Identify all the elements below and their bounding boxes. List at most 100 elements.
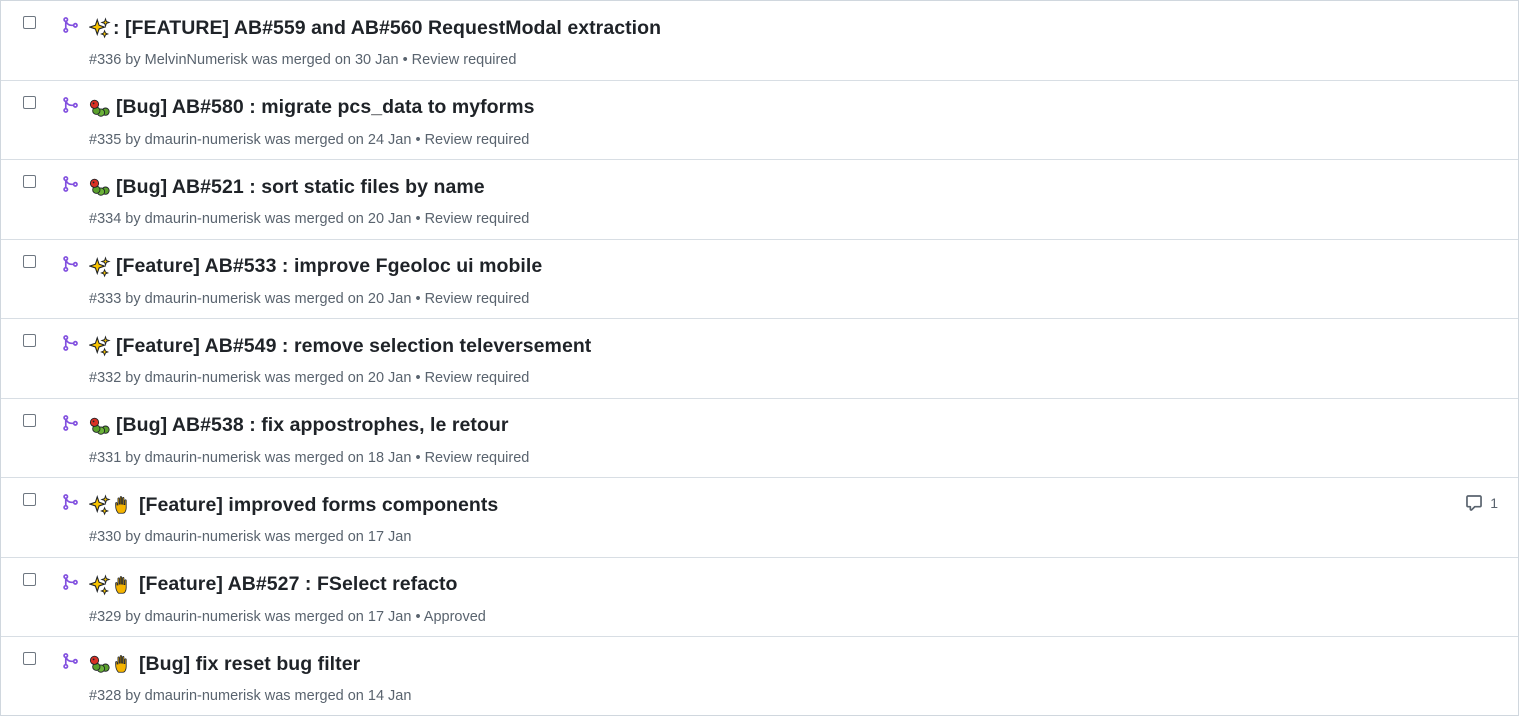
git-merge-icon: [63, 494, 78, 510]
author-link[interactable]: dmaurin-numerisk: [145, 450, 261, 466]
pull-request-meta: #332 by dmaurin-numerisk was merged on 2…: [89, 370, 529, 386]
pull-request-title-link[interactable]: [Bug] AB#521 : sort static files by name: [116, 176, 485, 199]
review-status[interactable]: • Review required: [415, 211, 529, 227]
bug-icon: [89, 178, 110, 196]
merged-text: was merged on 30 Jan: [251, 52, 399, 68]
pull-request-meta: #330 by dmaurin-numerisk was merged on 1…: [89, 529, 411, 545]
pr-number: #333: [89, 290, 122, 307]
merged-text: was merged on 20 Jan: [264, 290, 412, 307]
review-status[interactable]: • Review required: [415, 132, 529, 148]
author-link[interactable]: MelvinNumerisk: [145, 52, 248, 68]
sparkles-icon: [89, 335, 111, 357]
by-label: by: [125, 529, 141, 545]
pull-request-meta: #331 by dmaurin-numerisk was merged on 1…: [89, 450, 529, 466]
pull-request-row: [Bug] AB#538 : fix appostrophes, le reto…: [1, 399, 1518, 478]
review-status[interactable]: • Review required: [403, 52, 517, 68]
pull-request-title-link[interactable]: [Feature] AB#533 : improve Fgeoloc ui mo…: [116, 255, 542, 278]
git-merge-icon: [63, 573, 78, 590]
review-status[interactable]: • Review required: [415, 370, 529, 386]
author-link[interactable]: dmaurin-numerisk: [145, 211, 261, 227]
merged-text: was merged on 24 Jan: [264, 131, 412, 148]
pr-number: #328: [89, 688, 122, 704]
pull-request-title-link[interactable]: [Feature] AB#549 : remove selection tele…: [116, 335, 591, 358]
pr-number: #329: [89, 608, 122, 625]
author-link[interactable]: dmaurin-numerisk: [145, 291, 261, 307]
sparkles-icon: [89, 573, 111, 595]
pull-request-meta: #335 by dmaurin-numerisk was merged on 2…: [89, 132, 529, 148]
select-checkbox[interactable]: [23, 16, 36, 29]
pr-number: #335: [89, 131, 122, 148]
merged-text: was merged on 17 Jan: [264, 529, 412, 545]
review-status[interactable]: • Approved: [415, 609, 485, 625]
merged-text: was merged on 17 Jan: [264, 608, 412, 625]
pr-number: #331: [89, 449, 122, 466]
merged-text: was merged on 18 Jan: [264, 449, 412, 466]
git-merge-icon: [63, 176, 78, 192]
git-merge-icon: [63, 414, 78, 431]
raised-hand-icon: [115, 575, 127, 594]
author-link[interactable]: dmaurin-numerisk: [145, 609, 261, 625]
pull-request-title-link[interactable]: [Feature] AB#527 : FSelect refacto: [139, 573, 458, 596]
bug-icon: [89, 655, 110, 673]
pr-number: #332: [89, 370, 122, 386]
pull-request-list: : [FEATURE] AB#559 and AB#560 RequestMod…: [0, 0, 1519, 716]
select-checkbox[interactable]: [23, 413, 36, 427]
pull-request-row: [Feature] AB#533 : improve Fgeoloc ui mo…: [1, 240, 1518, 319]
author-link[interactable]: dmaurin-numerisk: [145, 132, 261, 148]
pull-request-row: [Feature] AB#549 : remove selection tele…: [1, 319, 1518, 399]
pull-request-meta: #334 by dmaurin-numerisk was merged on 2…: [89, 211, 529, 227]
by-label: by: [125, 211, 141, 227]
author-link[interactable]: dmaurin-numerisk: [145, 529, 261, 545]
git-merge-icon: [63, 255, 78, 272]
by-label: by: [125, 608, 141, 625]
pull-request-meta: #333 by dmaurin-numerisk was merged on 2…: [89, 291, 529, 307]
comment-icon: [1466, 495, 1483, 511]
review-status[interactable]: • Review required: [415, 291, 529, 307]
select-checkbox[interactable]: [23, 95, 36, 109]
author-link[interactable]: dmaurin-numerisk: [145, 688, 261, 704]
select-checkbox[interactable]: [23, 334, 36, 347]
by-label: by: [125, 131, 141, 148]
by-label: by: [125, 290, 141, 307]
pull-request-meta: #328 by dmaurin-numerisk was merged on 1…: [89, 688, 411, 704]
git-merge-icon: [63, 96, 78, 113]
git-merge-icon: [63, 17, 78, 33]
select-checkbox[interactable]: [23, 493, 36, 506]
raised-hand-icon: [115, 655, 127, 673]
author-link[interactable]: dmaurin-numerisk: [145, 370, 261, 386]
by-label: by: [125, 449, 141, 466]
sparkles-icon: [89, 494, 111, 516]
bug-icon: [89, 417, 110, 435]
select-checkbox[interactable]: [23, 175, 36, 188]
merged-text: was merged on 20 Jan: [264, 211, 412, 227]
bug-icon: [89, 99, 110, 117]
pull-request-title-link[interactable]: [Feature] improved forms components: [139, 494, 498, 517]
pull-request-title-link[interactable]: [Bug] fix reset bug filter: [139, 653, 360, 676]
raised-hand-icon: [115, 496, 127, 514]
pull-request-title-link[interactable]: [Bug] AB#580 : migrate pcs_data to myfor…: [116, 96, 535, 119]
pr-number: #330: [89, 529, 122, 545]
by-label: by: [125, 688, 141, 704]
pull-request-meta: #329 by dmaurin-numerisk was merged on 1…: [89, 609, 486, 625]
pr-number: #336: [89, 52, 122, 68]
pull-request-row: : [FEATURE] AB#559 and AB#560 RequestMod…: [1, 1, 1518, 81]
merged-text: was merged on 14 Jan: [264, 688, 412, 704]
by-label: by: [125, 370, 141, 386]
git-merge-icon: [63, 653, 78, 669]
pull-request-title-link[interactable]: [Bug] AB#538 : fix appostrophes, le reto…: [116, 414, 509, 437]
select-checkbox[interactable]: [23, 254, 36, 268]
comment-count: 1: [1490, 495, 1498, 511]
pull-request-row: [Feature] improved forms components #330…: [1, 478, 1518, 558]
pull-request-row: [Feature] AB#527 : FSelect refacto #329 …: [1, 558, 1518, 637]
pull-request-title-link[interactable]: : [FEATURE] AB#559 and AB#560 RequestMod…: [113, 17, 661, 40]
sparkles-icon: [89, 255, 111, 277]
git-merge-icon: [63, 335, 78, 351]
review-status[interactable]: • Review required: [415, 450, 529, 466]
merged-text: was merged on 20 Jan: [264, 370, 412, 386]
comment-count-link[interactable]: 1: [1464, 494, 1498, 512]
by-label: by: [125, 52, 141, 68]
select-checkbox[interactable]: [23, 652, 36, 665]
sparkles-icon: [89, 17, 111, 39]
pull-request-meta: #336 by MelvinNumerisk was merged on 30 …: [89, 52, 516, 68]
select-checkbox[interactable]: [23, 572, 36, 586]
